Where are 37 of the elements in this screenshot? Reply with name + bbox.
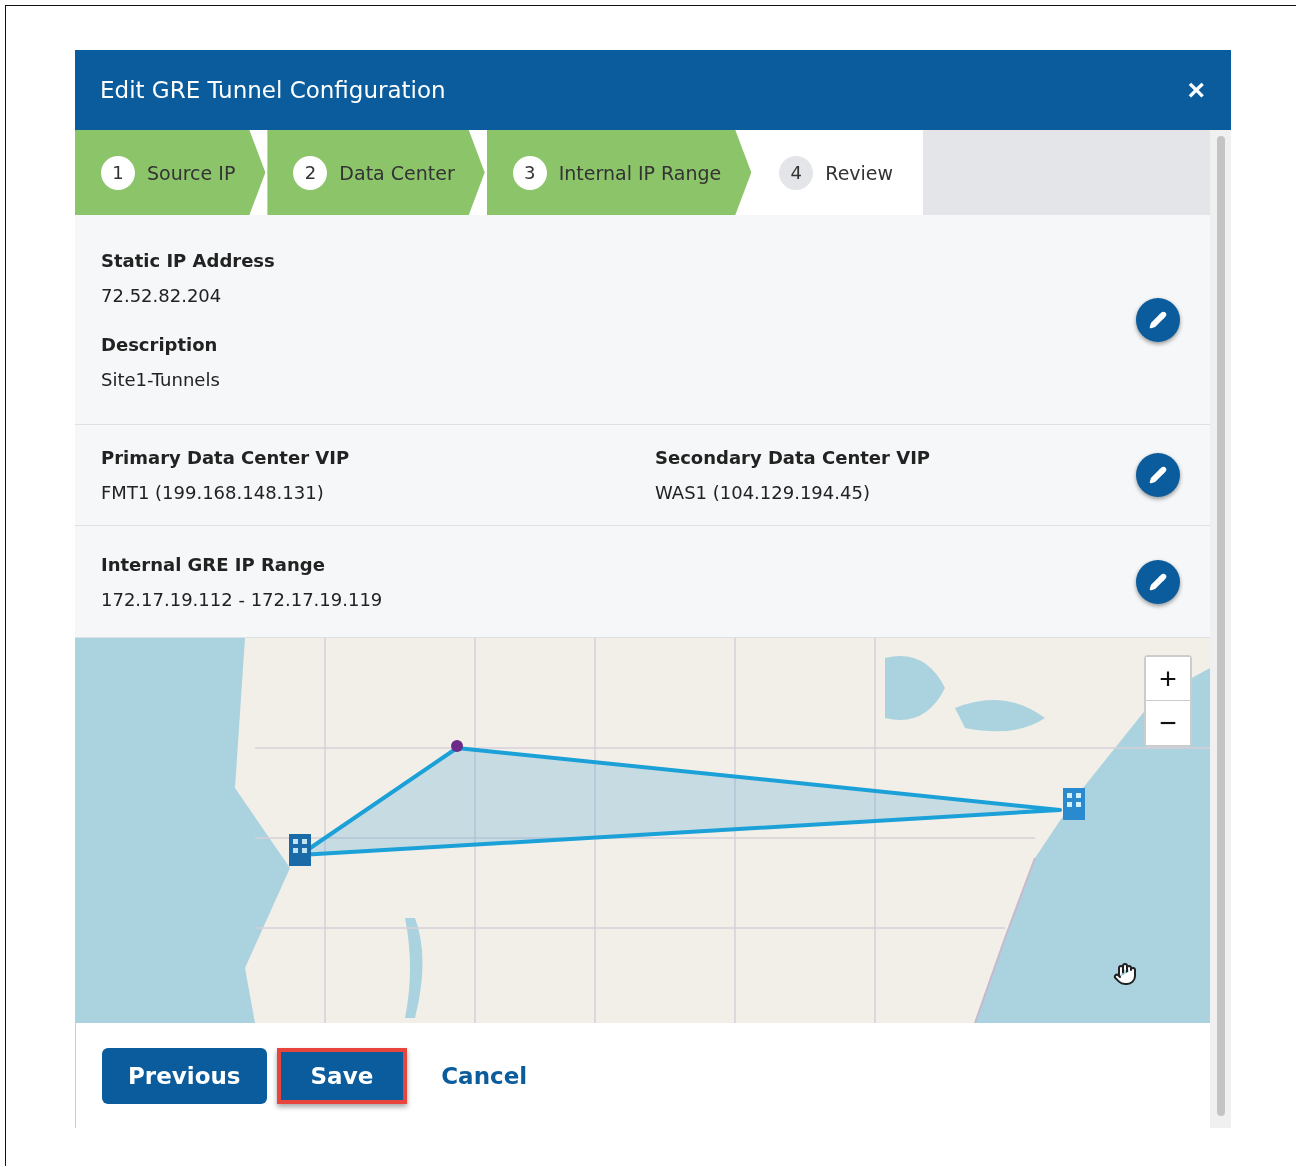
field-value: 72.52.82.204: [101, 284, 223, 306]
pencil-icon: [1149, 466, 1167, 484]
zoom-in-button[interactable]: +: [1146, 657, 1190, 701]
field-label: Description: [101, 333, 219, 355]
action-button[interactable]: Save: [276, 1047, 408, 1104]
pencil-icon: [1149, 310, 1167, 329]
hand-cursor-icon: [1113, 962, 1137, 986]
building-icon: [1063, 788, 1085, 820]
step-number: 2: [293, 155, 328, 190]
step-number: 1: [101, 155, 135, 190]
dialog-title: Edit GRE Tunnel Configuration: [100, 77, 446, 103]
step-label: Review: [825, 161, 894, 184]
step-label: Data Center: [339, 161, 455, 184]
field-label: Static IP Address: [101, 249, 276, 271]
edit-button[interactable]: [1136, 559, 1180, 604]
pencil-icon: [1149, 572, 1167, 591]
step-number: 3: [512, 155, 547, 190]
edit-button[interactable]: [1136, 453, 1180, 497]
field-value: 172.17.19.112 - 172.17.19.119: [101, 588, 384, 610]
field-label: Primary Data Center VIP: [101, 447, 351, 468]
field-label: Secondary Data Center VIP: [655, 447, 932, 468]
building-icon: [289, 834, 311, 866]
field-value: FMT1 (199.168.148.131): [101, 482, 325, 503]
wizard-step[interactable]: 3 Internal IP Range: [486, 130, 752, 215]
step-label: Internal IP Range: [558, 161, 722, 184]
close-button[interactable]: ×: [1183, 73, 1209, 107]
scrollbar-thumb[interactable]: [1216, 136, 1225, 1116]
field-value: WAS1 (104.129.194.45): [655, 482, 871, 503]
wizard-step[interactable]: 2 Data Center: [267, 130, 485, 215]
field-label: Internal GRE IP Range: [101, 553, 326, 575]
wizard-step[interactable]: 1 Source IP: [75, 130, 266, 215]
action-button[interactable]: Previous: [102, 1047, 267, 1104]
cancel-link[interactable]: Cancel: [417, 1047, 552, 1104]
edit-button[interactable]: [1136, 297, 1180, 342]
step-number: 4: [779, 155, 814, 190]
step-label: Source IP: [147, 161, 236, 184]
field-value: Site1-Tunnels: [101, 368, 221, 390]
